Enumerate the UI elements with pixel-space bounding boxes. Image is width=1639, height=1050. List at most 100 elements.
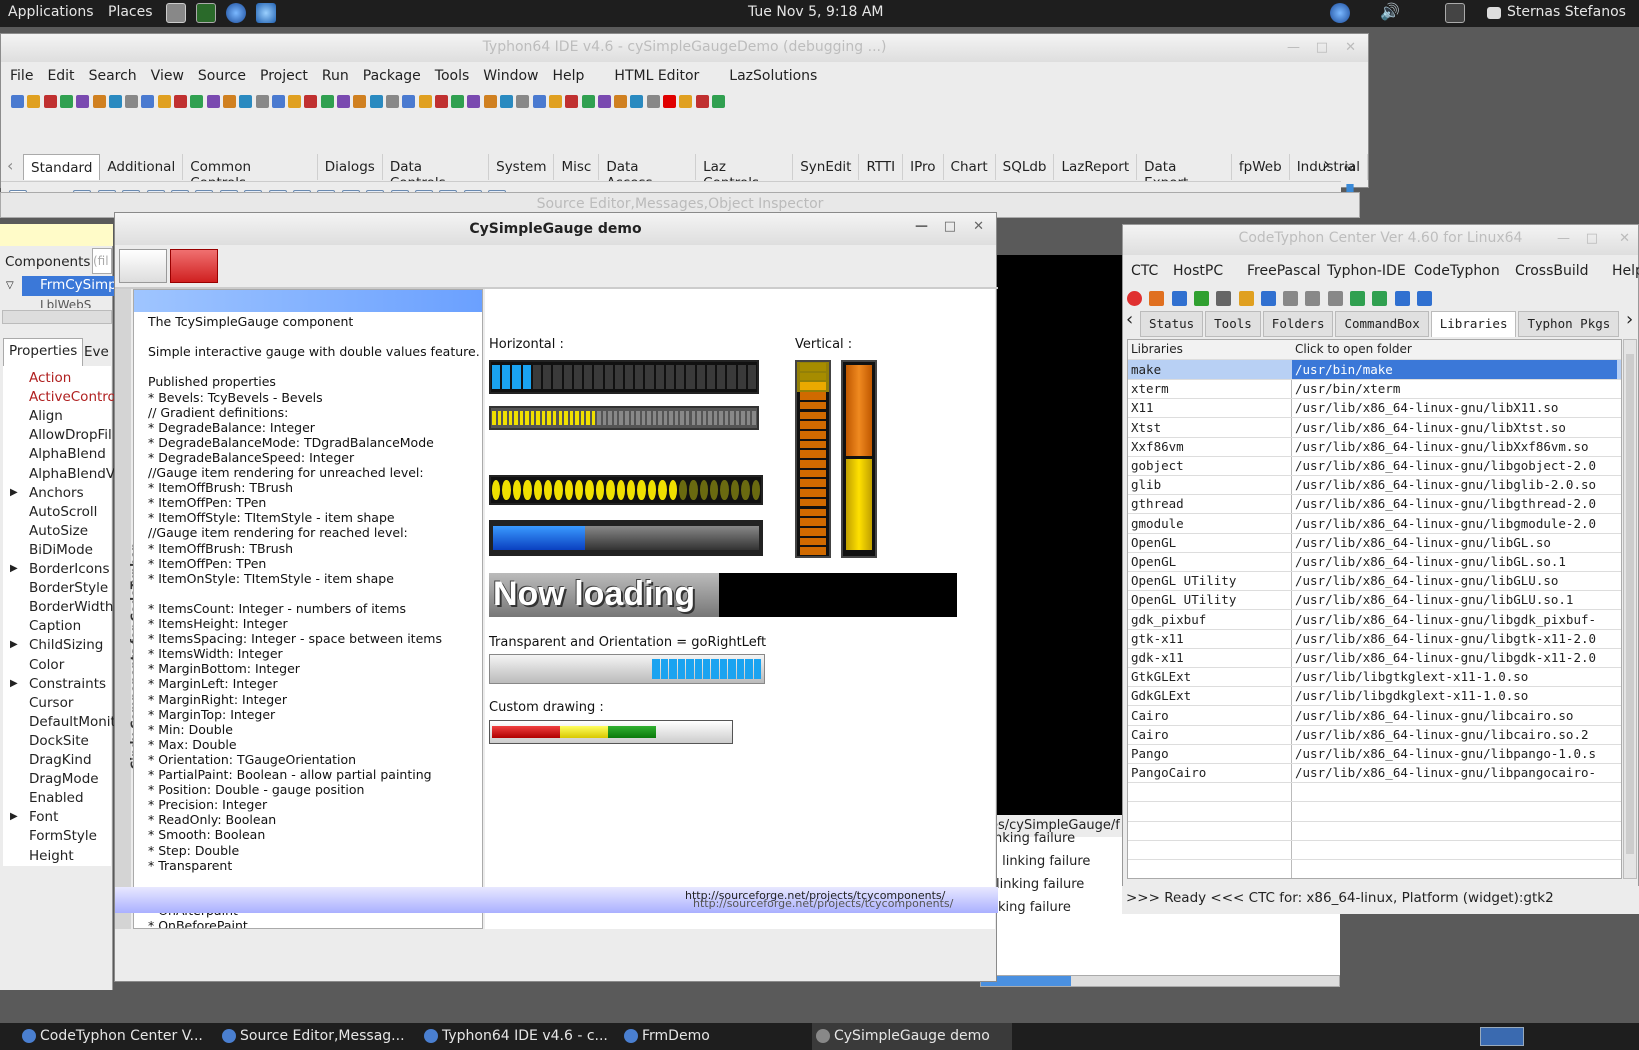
tab-laz-controls[interactable]: Laz Controls <box>696 154 794 191</box>
property-item[interactable]: Font <box>29 809 58 825</box>
now-loading-gauge[interactable]: Now loading <box>489 573 957 617</box>
messages-hscrollbar[interactable] <box>980 975 1340 987</box>
tab-additional[interactable]: Additional <box>100 154 184 180</box>
tab-events[interactable]: Eve <box>84 344 109 360</box>
table-row[interactable]: Xtst/usr/lib/x86_64-linux-gnu/libXtst.so <box>1128 418 1621 438</box>
tree-item-label[interactable]: LblWebS <box>40 298 91 308</box>
tree-item-form[interactable]: FrmCySimp <box>22 276 114 296</box>
table-row[interactable]: xterm/usr/bin/xterm <box>1128 379 1621 400</box>
ctc-toolbar-icon[interactable] <box>1327 291 1343 306</box>
toolbar-button-icon[interactable] <box>402 95 416 108</box>
palette-left-arrow-icon[interactable]: ‹ <box>7 156 13 175</box>
ctc-toolbar-icon[interactable] <box>1283 291 1299 306</box>
library-path[interactable]: /usr/lib/x86_64-linux-gnu/libgdk-x11-2.0 <box>1295 650 1620 665</box>
property-item[interactable]: DockSite <box>29 733 89 749</box>
toolbar-button-icon[interactable] <box>125 95 139 108</box>
ctc-menu-help[interactable]: Help <box>1612 263 1639 279</box>
menu-file[interactable]: File <box>10 68 33 84</box>
typhon-tray-icon[interactable] <box>1330 3 1350 23</box>
toolbar-button-icon[interactable] <box>11 95 24 108</box>
close-icon[interactable]: ✕ <box>1619 231 1630 246</box>
toolbar-button-icon[interactable] <box>581 95 595 108</box>
library-path[interactable]: /usr/lib/x86_64-linux-gnu/libpango-1.0.s <box>1295 746 1620 761</box>
chat-icon[interactable] <box>1487 7 1501 19</box>
toolbar-button-icon[interactable] <box>711 95 725 108</box>
toolbar-button-icon[interactable] <box>646 95 660 108</box>
expand-arrow-icon[interactable]: ▶ <box>10 487 18 498</box>
white-toggle-button[interactable] <box>119 249 167 283</box>
maximize-icon[interactable]: □ <box>1316 40 1328 55</box>
system-monitor-icon[interactable] <box>196 3 216 23</box>
tab-misc[interactable]: Misc <box>554 154 600 180</box>
component-filter-input[interactable]: (fil <box>92 248 112 274</box>
palette-right-arrow-icon[interactable]: › <box>1323 154 1330 175</box>
library-path[interactable]: /usr/lib/x86_64-linux-gnu/libGLU.so.1 <box>1295 592 1620 607</box>
expand-arrow-icon[interactable]: ▶ <box>10 563 18 574</box>
workspace-switcher[interactable] <box>1480 1027 1524 1046</box>
property-item[interactable]: Enabled <box>29 790 84 806</box>
toolbar-button-icon[interactable] <box>27 95 41 108</box>
toolbar-button-icon[interactable] <box>451 95 465 108</box>
library-path[interactable]: /usr/lib/x86_64-linux-gnu/libglib-2.0.so <box>1295 477 1620 492</box>
toolbar-button-icon[interactable] <box>353 95 367 108</box>
toolbar-button-icon[interactable] <box>467 95 481 108</box>
toolbar-button-icon[interactable] <box>532 95 546 108</box>
ctc-menu-typhon-ide[interactable]: Typhon-IDE <box>1327 263 1406 279</box>
ctc-tab-commandbox[interactable]: CommandBox <box>1335 311 1429 337</box>
ctc-menu-ctc[interactable]: CTC <box>1131 263 1158 279</box>
toolbar-button-icon[interactable] <box>385 95 399 108</box>
toolbar-button-icon[interactable] <box>320 95 334 108</box>
toolbar-button-icon[interactable] <box>43 95 57 108</box>
tab-data-access[interactable]: Data Access <box>599 154 697 191</box>
task-source-editor[interactable]: Source Editor,Messag... <box>218 1023 405 1050</box>
network-icon[interactable] <box>1445 3 1465 23</box>
tab-chart[interactable]: Chart <box>944 154 996 180</box>
toolbar-button-icon[interactable] <box>174 95 187 108</box>
table-row[interactable]: gmodule/usr/lib/x86_64-linux-gnu/libgmod… <box>1128 514 1621 534</box>
table-row[interactable]: OpenGL UTility/usr/lib/x86_64-linux-gnu/… <box>1128 571 1621 592</box>
toolbar-button-icon[interactable] <box>108 95 122 108</box>
table-row[interactable]: X11/usr/lib/x86_64-linux-gnu/libX11.so <box>1128 398 1621 419</box>
ctc-tab-status[interactable]: Status <box>1140 311 1204 337</box>
ctc-tab-tools[interactable]: Tools <box>1205 311 1261 337</box>
tab-rtti[interactable]: RTTI <box>859 154 904 180</box>
message-line[interactable]: nking failure <box>994 831 1075 846</box>
toolbar-button-icon[interactable] <box>369 95 383 108</box>
close-icon[interactable]: ✕ <box>973 219 984 234</box>
library-path[interactable]: /usr/lib/x86_64-linux-gnu/libcairo.so.2 <box>1295 727 1620 742</box>
close-icon[interactable]: ✕ <box>1345 40 1356 55</box>
property-item[interactable]: Cursor <box>29 695 73 711</box>
ctc-toolbar-icon[interactable] <box>1372 291 1388 306</box>
tab-lazreport[interactable]: LazReport <box>1054 154 1138 180</box>
library-path[interactable]: /usr/lib/x86_64-linux-gnu/libGL.so <box>1295 535 1620 550</box>
places-menu[interactable]: Places <box>108 4 153 20</box>
transparent-gauge[interactable] <box>489 654 765 684</box>
ctc-tab-libraries[interactable]: Libraries <box>1430 311 1517 337</box>
ctc-tabs-right-icon[interactable]: › <box>1626 309 1633 330</box>
horizontal-gauge-smooth[interactable] <box>489 520 763 556</box>
tab-system[interactable]: System <box>489 154 555 180</box>
menu-run[interactable]: Run <box>322 68 349 84</box>
toolbar-button-icon[interactable] <box>597 95 611 108</box>
tab-standard[interactable]: Standard <box>23 154 101 180</box>
table-row[interactable]: gdk_pixbuf/usr/lib/x86_64-linux-gnu/libg… <box>1128 610 1621 630</box>
property-item[interactable]: Action <box>29 370 71 386</box>
property-item[interactable]: ChildSizing <box>29 637 103 653</box>
property-item[interactable]: Height <box>29 848 74 864</box>
toolbar-button-icon[interactable] <box>239 95 253 108</box>
table-row[interactable]: OpenGL UTility/usr/lib/x86_64-linux-gnu/… <box>1128 590 1621 611</box>
menu-window[interactable]: Window <box>483 68 538 84</box>
toolbar-button-icon[interactable] <box>614 95 628 108</box>
tab-synedit[interactable]: SynEdit <box>793 154 860 180</box>
vertical-gauge-split[interactable] <box>841 360 877 558</box>
task-codetyphon-center[interactable]: CodeTyphon Center V... <box>18 1023 203 1050</box>
toolbar-button-icon[interactable] <box>255 95 269 108</box>
property-item[interactable]: AlphaBlendV <box>29 466 115 482</box>
horizontal-gauge-yellow[interactable] <box>489 406 759 430</box>
tab-data-export[interactable]: Data Export <box>1137 154 1232 191</box>
maximize-icon[interactable]: □ <box>1586 231 1598 246</box>
task-cysimplegauge-demo[interactable]: CySimpleGauge demo <box>812 1023 1012 1050</box>
table-row[interactable]: Xxf86vm/usr/lib/x86_64-linux-gnu/libXxf8… <box>1128 437 1621 457</box>
tab-ipro[interactable]: IPro <box>903 154 944 180</box>
table-row[interactable]: glib/usr/lib/x86_64-linux-gnu/libglib-2.… <box>1128 475 1621 496</box>
